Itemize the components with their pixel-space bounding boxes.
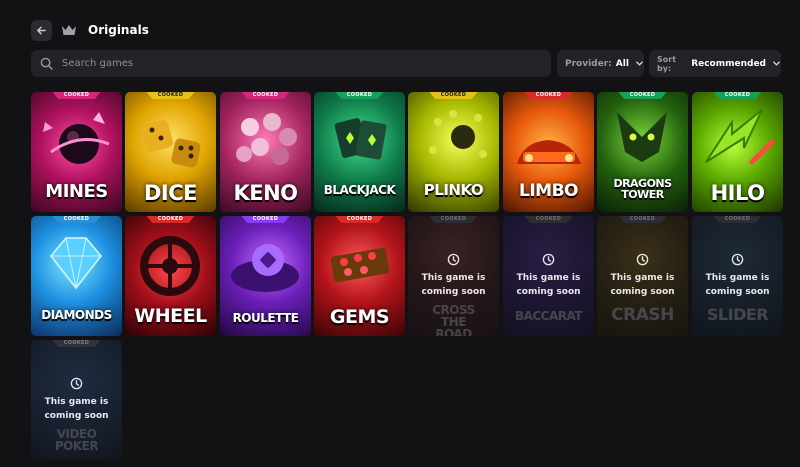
- game-card-wheel[interactable]: COOKED WHEEL: [125, 216, 216, 336]
- game-card-keno[interactable]: COOKED KENO: [220, 92, 311, 212]
- game-title: LIMBO: [519, 181, 578, 201]
- sort-value: Recommended: [691, 58, 766, 69]
- sort-label: Sort by:: [657, 54, 677, 73]
- coming-soon-overlay: This game is coming soon: [692, 253, 783, 299]
- badge-cooked: COOKED: [52, 216, 101, 223]
- back-button[interactable]: [31, 19, 52, 41]
- coming-soon-text: This game is coming soon: [421, 273, 486, 297]
- game-title: MINES: [45, 181, 108, 202]
- coming-soon-text: This game is coming soon: [705, 273, 770, 297]
- badge-cooked: COOKED: [241, 92, 290, 99]
- badge-cooked: COOKED: [713, 216, 762, 223]
- game-title: VIDEO POKER: [54, 427, 99, 453]
- game-card-gems[interactable]: COOKED GEMS: [314, 216, 405, 336]
- badge-cooked: COOKED: [429, 216, 478, 223]
- chevron-down-icon: [635, 59, 644, 68]
- game-card-dragons-tower[interactable]: COOKED DRAGONS TOWER: [597, 92, 688, 212]
- badge-cooked: COOKED: [52, 340, 101, 347]
- clock-icon: [597, 253, 688, 266]
- game-card-hilo[interactable]: COOKED HILO: [692, 92, 783, 212]
- arrow-left-icon: [37, 26, 46, 34]
- game-title: BACCARAT: [514, 309, 583, 323]
- badge-cooked: COOKED: [241, 216, 290, 223]
- sort-dropdown[interactable]: Sort by: Recommended: [649, 50, 781, 77]
- badge-cooked: COOKED: [335, 216, 384, 223]
- coming-soon-overlay: This game is coming soon: [503, 253, 594, 299]
- badge-cooked: COOKED: [429, 92, 478, 99]
- badge-cooked: COOKED: [618, 92, 667, 99]
- coming-soon-overlay: This game is coming soon: [408, 253, 499, 299]
- game-title: KENO: [233, 181, 298, 205]
- chevron-down-icon: [772, 59, 781, 68]
- badge-cooked: COOKED: [713, 92, 762, 99]
- clock-icon: [692, 253, 783, 266]
- coming-soon-text: This game is coming soon: [44, 397, 109, 421]
- game-card-limbo[interactable]: COOKED LIMBO: [503, 92, 594, 212]
- game-card-video-poker[interactable]: COOKED This game is coming soon VIDEO PO…: [31, 340, 122, 460]
- search-bar[interactable]: [31, 50, 551, 77]
- badge-cooked: COOKED: [524, 216, 573, 223]
- game-title: DICE: [143, 181, 198, 205]
- game-title: HILO: [710, 181, 765, 205]
- badge-cooked: COOKED: [335, 92, 384, 99]
- game-card-roulette[interactable]: COOKED ROULETTE: [220, 216, 311, 336]
- game-title: GEMS: [329, 306, 390, 328]
- game-card-slider[interactable]: COOKED This game is coming soon SLIDER: [692, 216, 783, 336]
- crown-icon: [61, 23, 79, 37]
- game-card-blackjack[interactable]: COOKED BLACKJACK: [314, 92, 405, 212]
- game-card-baccarat[interactable]: COOKED This game is coming soon BACCARAT: [503, 216, 594, 336]
- coming-soon-overlay: This game is coming soon: [597, 253, 688, 299]
- game-title: ROULETTE: [232, 311, 299, 325]
- coming-soon-overlay: This game is coming soon: [31, 377, 122, 423]
- provider-value: All: [615, 58, 629, 69]
- clock-icon: [408, 253, 499, 266]
- game-title: DRAGONS TOWER: [613, 177, 672, 201]
- game-title: DIAMONDS: [41, 308, 112, 322]
- game-card-dice[interactable]: COOKED DICE: [125, 92, 216, 212]
- coming-soon-text: This game is coming soon: [516, 273, 581, 297]
- game-title: CROSS THE ROAD: [432, 303, 475, 336]
- game-card-plinko[interactable]: COOKED PLINKO: [408, 92, 499, 212]
- provider-label: Provider:: [565, 58, 612, 69]
- badge-cooked: COOKED: [524, 92, 573, 99]
- badge-cooked: COOKED: [52, 92, 101, 99]
- search-icon: [40, 57, 53, 70]
- game-title: WHEEL: [134, 305, 207, 327]
- coming-soon-text: This game is coming soon: [610, 273, 675, 297]
- badge-cooked: COOKED: [618, 216, 667, 223]
- provider-dropdown[interactable]: Provider: All: [557, 50, 644, 77]
- clock-icon: [31, 377, 122, 390]
- game-title: BLACKJACK: [323, 183, 396, 197]
- game-card-crash[interactable]: COOKED This game is coming soon CRASH: [597, 216, 688, 336]
- badge-cooked: COOKED: [146, 216, 195, 223]
- game-title: SLIDER: [706, 305, 769, 324]
- game-card-mines[interactable]: COOKED MINES: [31, 92, 122, 212]
- game-card-diamonds[interactable]: COOKED DIAMONDS: [31, 216, 122, 336]
- page-title: Originals: [88, 23, 149, 37]
- badge-cooked: COOKED: [146, 92, 195, 99]
- header-bar: Originals: [31, 19, 149, 41]
- search-input[interactable]: [60, 57, 534, 70]
- clock-icon: [503, 253, 594, 266]
- game-card-cross-the-road[interactable]: COOKED This game is coming soon CROSS TH…: [408, 216, 499, 336]
- game-title: CRASH: [611, 305, 674, 325]
- game-title: PLINKO: [423, 181, 484, 199]
